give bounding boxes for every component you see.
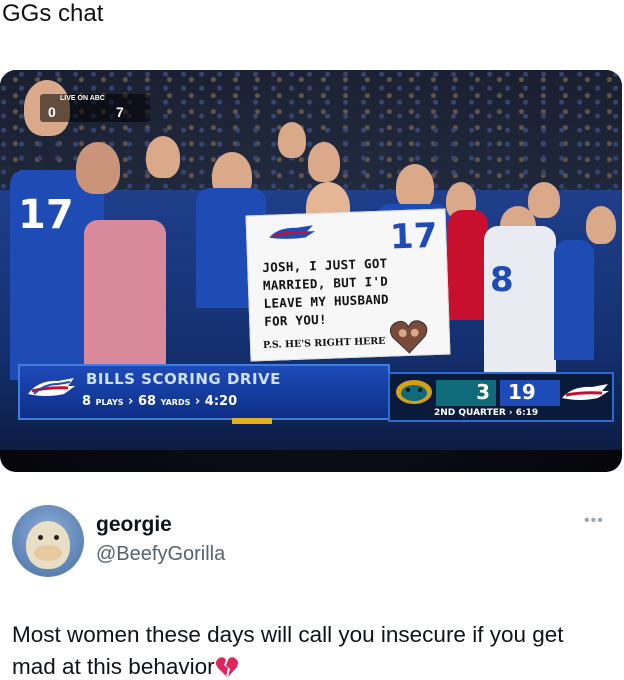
post-media-image[interactable]: 17 8 LIVE ON ABC 0 7 17 JOSH, I JUST GOT… — [0, 70, 622, 472]
fan-red-shirt — [448, 210, 488, 320]
avatar-eye — [38, 535, 43, 540]
bug-score-left: 0 — [48, 104, 56, 120]
drive-title: BILLS SCORING DRIVE — [86, 370, 281, 388]
banner-accent — [232, 418, 272, 424]
fan-face — [308, 142, 340, 182]
author-name[interactable]: georgie — [96, 513, 172, 537]
bills-logo-icon — [269, 225, 316, 239]
sign-line-4: FOR YOU! — [263, 311, 328, 329]
jaguars-score: 3 — [436, 380, 496, 406]
more-options-icon[interactable]: ••• — [584, 512, 604, 530]
fan-face — [76, 142, 120, 194]
fan-face — [146, 136, 180, 178]
post-text-body: Most women these days will call you inse… — [12, 622, 564, 679]
scoring-drive-banner: BILLS SCORING DRIVE 8 PLAYS › 68 YARDS ›… — [18, 364, 390, 420]
drive-time: 4:20 — [204, 394, 238, 409]
clock-value: 6:19 — [515, 408, 539, 418]
fan-face — [278, 122, 306, 158]
plays-value: 8 — [82, 394, 92, 409]
sign-line-1: JOSH, I JUST GOT — [262, 255, 388, 275]
avatar-bill — [34, 545, 62, 561]
fan-sign: 17 JOSH, I JUST GOT MARRIED, BUT I'D LEA… — [245, 208, 451, 362]
yards-label: YARDS — [160, 398, 191, 407]
jersey-number-right: 8 — [490, 260, 514, 300]
fan-shirt — [84, 220, 166, 370]
yards-value: 68 — [137, 394, 157, 409]
jersey-number-left: 17 — [18, 192, 74, 238]
heart-photo-icon — [389, 320, 428, 354]
avatar-eye — [54, 535, 59, 540]
author-handle[interactable]: @BeefyGorilla — [96, 543, 225, 566]
sign-postscript: P.S. HE'S RIGHT HERE — [262, 335, 386, 351]
quarter-label: 2ND QUARTER — [434, 408, 506, 418]
bug-score-right: 7 — [116, 104, 124, 120]
drive-stats: 8 PLAYS › 68 YARDS › 4:20 — [82, 394, 238, 409]
scoreboard: 3 19 2ND QUARTER › 6:19 — [388, 372, 614, 422]
post-text: Most women these days will call you inse… — [12, 619, 612, 680]
network-label: LIVE ON ABC — [60, 95, 105, 102]
avatar[interactable] — [12, 505, 84, 577]
chat-title: GGs chat — [2, 0, 104, 27]
sign-line-2: MARRIED, BUT I'D — [262, 273, 389, 293]
plays-label: PLAYS — [95, 398, 124, 407]
fan-white-jersey: 8 — [484, 226, 556, 386]
fan-jersey — [554, 240, 594, 360]
bills-logo-icon — [562, 384, 609, 400]
bills-logo-icon — [28, 378, 75, 396]
broken-heart-icon — [215, 657, 238, 677]
sign-number: 17 — [389, 215, 439, 258]
game-clock: 2ND QUARTER › 6:19 — [434, 408, 539, 418]
network-score-bug: LIVE ON ABC 0 7 — [40, 94, 150, 122]
fan-face — [528, 182, 560, 218]
sign-line-3: LEAVE MY HUSBAND — [263, 291, 389, 311]
jaguars-logo-icon — [396, 380, 432, 404]
fan-face — [586, 206, 616, 244]
bills-score: 19 — [500, 380, 560, 406]
